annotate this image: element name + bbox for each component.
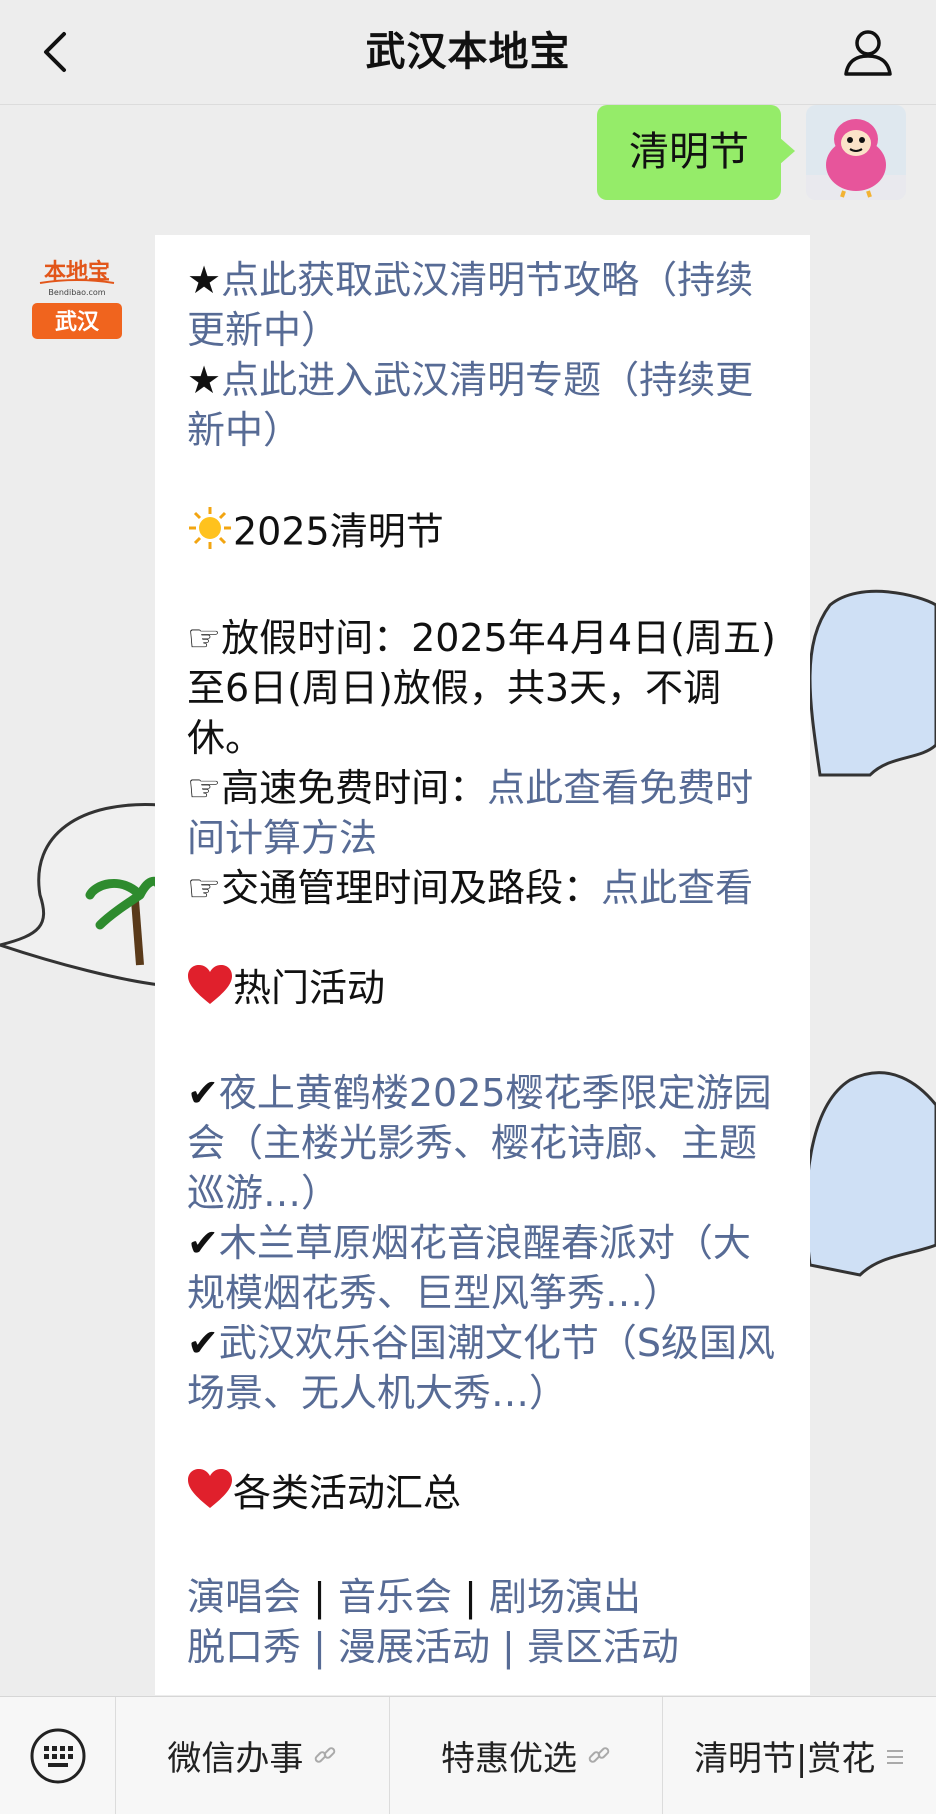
highway-line: ☞高速免费时间：点此查看免费时间计算方法 — [187, 766, 754, 860]
menu-special-offers[interactable]: 特惠优选 — [390, 1697, 664, 1814]
activity-link[interactable]: 武汉欢乐谷国潮文化节（S级国风场景、无人机大秀…） — [187, 1321, 775, 1415]
star-icon: ★ — [187, 258, 222, 302]
guide-link[interactable]: 点此获取武汉清明节攻略（持续更新中） — [187, 258, 753, 352]
incoming-message: ★点此获取武汉清明节攻略（持续更新中） ★点此进入武汉清明专题（持续更新中） 2… — [155, 235, 810, 1695]
link-icon — [587, 1736, 611, 1776]
concert-link[interactable]: 演唱会 — [187, 1575, 301, 1619]
traffic-link[interactable]: 点此查看 — [601, 866, 753, 910]
submenu-icon — [885, 1736, 905, 1776]
theater-link[interactable]: 剧场演出 — [489, 1575, 641, 1619]
holiday-heading: 2025清明节 — [187, 505, 782, 563]
bendibao-logo[interactable]: 本地宝 Bendibao.com 武汉 — [28, 255, 126, 343]
bottom-menu: 微信办事 特惠优选 清明节|赏花 — [0, 1696, 936, 1814]
activity-link[interactable]: 木兰草原烟花音浪醒春派对（大规模烟花秀、巨型风筝秀…） — [187, 1221, 751, 1315]
user-avatar[interactable] — [806, 105, 906, 200]
checkmark-icon: ✔ — [187, 1070, 219, 1115]
topic-link[interactable]: 点此进入武汉清明专题（持续更新中） — [187, 358, 753, 452]
heart-icon — [187, 964, 233, 1018]
pointing-hand-icon: ☞ — [187, 766, 222, 810]
holiday-title: 2025清明节 — [233, 509, 444, 554]
traffic-line: ☞交通管理时间及路段：点此查看 — [187, 866, 754, 910]
guide-link-line[interactable]: ★点此获取武汉清明节攻略（持续更新中） — [187, 255, 782, 355]
pointing-hand-icon: ☞ — [187, 616, 222, 660]
hot-activities-heading: 热门活动 — [187, 963, 782, 1018]
activity-link[interactable]: 夜上黄鹤楼2025樱花季限定游园会（主楼光影秀、樱花诗廊、主题巡游…） — [187, 1071, 772, 1215]
category-links: 演唱会 | 音乐会 | 剧场演出 — [187, 1575, 642, 1619]
checkmark-icon: ✔ — [187, 1220, 219, 1265]
topic-link-line[interactable]: ★点此进入武汉清明专题（持续更新中） — [187, 355, 782, 455]
holiday-time: ☞放假时间：2025年4月4日(周五)至6日(周日)放假，共3天，不调休。 — [187, 616, 776, 760]
heart-icon — [187, 1468, 233, 1522]
nav-bar: 武汉本地宝 — [0, 0, 936, 105]
svg-text:武汉: 武汉 — [55, 310, 100, 335]
star-icon: ★ — [187, 358, 222, 402]
activity-item[interactable]: ✔武汉欢乐谷国潮文化节（S级国风场景、无人机大秀…） — [187, 1318, 782, 1418]
keyboard-icon[interactable] — [0, 1697, 116, 1814]
svg-text:Bendibao.com: Bendibao.com — [48, 288, 105, 297]
left-speech-blob-decoration — [0, 803, 160, 987]
chat-area[interactable]: 清明节 本地宝 Bendibao.com 武汉 ★点此获取武汉清明节攻略（持续更… — [0, 105, 936, 1695]
activity-item[interactable]: ✔夜上黄鹤楼2025樱花季限定游园会（主楼光影秀、樱花诗廊、主题巡游…） — [187, 1068, 782, 1218]
page-title: 武汉本地宝 — [365, 29, 571, 75]
right-speech-blob-decoration-2 — [804, 1071, 936, 1277]
right-speech-blob-decoration — [808, 589, 936, 777]
outgoing-message[interactable]: 清明节 — [597, 105, 795, 200]
menu-qingming-flowers[interactable]: 清明节|赏花 — [663, 1697, 936, 1814]
category-links-cut: 脱口秀 | 漫展活动 | 景区活动 — [187, 1625, 679, 1669]
all-activities-heading: 各类活动汇总 — [187, 1468, 782, 1523]
pointing-hand-icon: ☞ — [187, 866, 222, 910]
checkmark-icon: ✔ — [187, 1320, 219, 1365]
activity-item[interactable]: ✔木兰草原烟花音浪醒春派对（大规模烟花秀、巨型风筝秀…） — [187, 1218, 782, 1318]
profile-icon[interactable] — [840, 24, 896, 80]
link-icon — [313, 1736, 337, 1776]
menu-wechat-services[interactable]: 微信办事 — [116, 1697, 390, 1814]
sun-icon — [187, 505, 233, 563]
music-link[interactable]: 音乐会 — [338, 1575, 452, 1619]
